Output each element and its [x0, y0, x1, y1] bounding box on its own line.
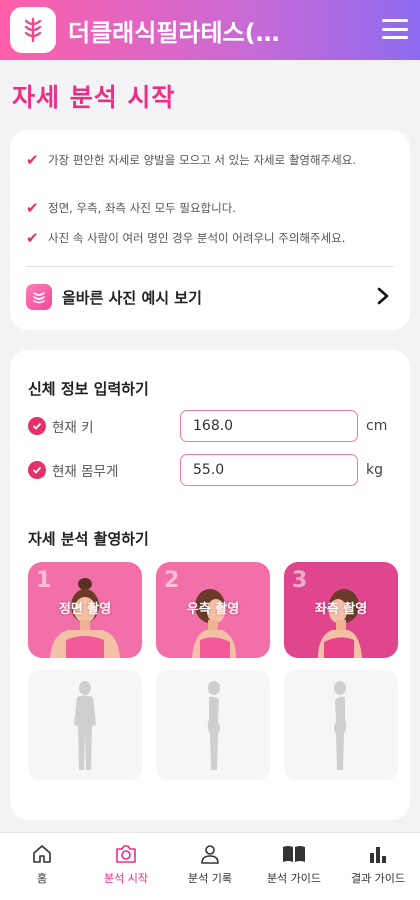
silhouette-front-icon	[74, 681, 96, 770]
book-icon	[283, 846, 305, 862]
front-capture-button[interactable]: 1 정면 촬영	[28, 562, 142, 658]
hamburger-menu-button[interactable]	[380, 14, 410, 44]
weight-label: 현재 몸무게	[52, 464, 119, 480]
nav-analysis-history[interactable]: 분석 기록	[168, 833, 252, 900]
tile-label: 우측 촬영	[186, 602, 240, 617]
tile-label: 좌측 촬영	[314, 602, 368, 617]
check-circle-icon	[28, 417, 46, 435]
right-capture-button[interactable]: 2 우측 촬영	[156, 562, 270, 658]
photo-example-label: 올바른 사진 예시 보기	[62, 288, 202, 307]
bottom-navigation: 홈 분석 시작 분석 기록 분석 가이드 결과 가이드	[0, 832, 420, 900]
height-field-row: 현재 키 cm	[28, 410, 398, 442]
capture-section-title: 자세 분석 촬영하기	[28, 530, 149, 548]
nav-label: 분석 시작	[104, 872, 148, 885]
silhouette-side-icon	[334, 681, 347, 770]
menu-line	[382, 36, 408, 39]
photo-example-link[interactable]: 올바른 사진 예시 보기	[26, 280, 394, 314]
weight-unit: kg	[366, 462, 383, 478]
height-unit: cm	[366, 418, 388, 434]
weight-input[interactable]	[180, 454, 358, 486]
guide-card: ✔ 가장 편안한 자세로 양발을 모으고 서 있는 자세로 촬영해주세요. ✔ …	[10, 130, 410, 330]
camera-icon	[116, 845, 136, 863]
app-header: 더클래식필라테스(…	[0, 0, 420, 60]
nav-label: 분석 기록	[188, 872, 232, 885]
menu-line	[382, 27, 408, 31]
page-title: 자세 분석 시작	[12, 83, 176, 112]
bar-chart-icon	[370, 847, 386, 863]
checkmark-icon: ✔	[26, 199, 39, 217]
tip-item: ✔ 가장 편안한 자세로 양발을 모으고 서 있는 자세로 촬영해주세요.	[26, 152, 396, 169]
nav-label: 홈	[36, 872, 48, 885]
tile-label: 정면 촬영	[58, 602, 112, 617]
nav-home[interactable]: 홈	[0, 833, 84, 900]
nav-analysis-guide[interactable]: 분석 가이드	[252, 833, 336, 900]
nav-result-guide[interactable]: 결과 가이드	[336, 833, 420, 900]
app-title: 더클래식필라테스(…	[68, 18, 280, 47]
tip-text: 가장 편안한 자세로 양발을 모으고 서 있는 자세로 촬영해주세요.	[48, 153, 356, 167]
checkmark-icon: ✔	[26, 229, 39, 247]
silhouette-side-icon	[207, 681, 220, 770]
nav-analysis-start[interactable]: 분석 시작	[84, 833, 168, 900]
logo-icon	[24, 17, 42, 43]
left-capture-button[interactable]: 3 좌측 촬영	[284, 562, 398, 658]
height-input[interactable]	[180, 410, 358, 442]
checkmark-icon: ✔	[26, 151, 39, 169]
divider	[26, 266, 394, 267]
nav-label: 결과 가이드	[350, 872, 406, 885]
menu-line	[382, 19, 408, 22]
chevron-right-icon	[377, 287, 389, 305]
tip-item: ✔ 정면, 우측, 좌측 사진 모두 필요합니다.	[26, 200, 236, 217]
nav-label: 분석 가이드	[266, 872, 322, 885]
right-reference-silhouette	[156, 670, 270, 780]
height-label: 현재 키	[52, 420, 94, 436]
tip-text: 사진 속 사람이 여러 명인 경우 분석이 어려우니 주의해주세요.	[48, 231, 346, 245]
example-photo-icon	[26, 284, 52, 310]
analysis-input-card: 신체 정보 입력하기 현재 키 cm 현재 몸무게 kg 자세 분석 촬영하기 …	[10, 350, 410, 820]
person-icon	[201, 845, 219, 864]
app-logo[interactable]	[10, 7, 56, 53]
front-reference-silhouette	[28, 670, 142, 780]
home-icon	[33, 845, 51, 863]
weight-field-row: 현재 몸무게 kg	[28, 454, 398, 486]
check-circle-icon	[28, 461, 46, 479]
tip-item: ✔ 사진 속 사람이 여러 명인 경우 분석이 어려우니 주의해주세요.	[26, 230, 345, 247]
left-reference-silhouette	[284, 670, 398, 780]
body-info-title: 신체 정보 입력하기	[28, 380, 149, 398]
tip-text: 정면, 우측, 좌측 사진 모두 필요합니다.	[48, 201, 236, 215]
